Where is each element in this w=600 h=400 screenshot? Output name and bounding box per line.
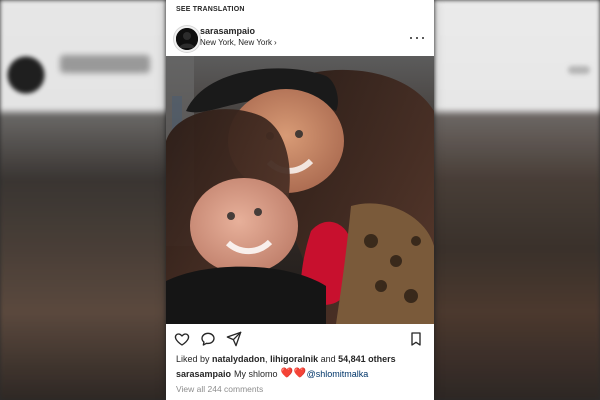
caption-text: My shlomo [234,369,278,379]
caption-mention[interactable]: @shlomitmalka [307,369,369,379]
likes-summary[interactable]: Liked by natalydadon, lihigoralnik and 5… [176,354,426,364]
likes-and: and [318,354,339,364]
likes-user-1[interactable]: natalydadon [212,354,265,364]
heart-outline-icon[interactable] [174,331,190,347]
comment-bubble-icon[interactable] [200,331,216,347]
caption-username[interactable]: sarasampaio [176,369,231,379]
post-username[interactable]: sarasampaio [200,26,255,36]
chevron-right-icon: › [274,38,277,47]
more-options-icon[interactable] [410,33,424,43]
bookmark-icon[interactable] [408,331,424,347]
post-location[interactable]: New York, New York › [200,38,277,47]
blurred-background-left [0,0,166,400]
more-dot-2 [416,37,418,39]
heart-emoji-icon: ❤️ [280,368,294,379]
likes-user-2[interactable]: lihigoralnik [270,354,318,364]
post-header: sarasampaio New York, New York › [166,22,434,56]
post-caption: sarasampaio My shlomo ❤️ ❤️ @shlomitmalk… [176,368,426,380]
blurred-background-right [434,0,600,400]
paper-plane-icon[interactable] [226,331,242,347]
avatar-icon[interactable] [174,26,200,52]
see-translation-link[interactable]: SEE TRANSLATION [176,6,245,13]
post-location-text: New York, New York [200,38,273,47]
post-actions [166,326,434,352]
more-dot-1 [410,37,412,39]
post-photo[interactable] [166,56,434,324]
instagram-post-card: SEE TRANSLATION sarasampaio New York, Ne… [166,0,434,400]
likes-count[interactable]: 54,841 others [338,354,396,364]
heart-emoji-icon: ❤️ [293,368,307,379]
view-all-comments-link[interactable]: View all 244 comments [176,384,263,394]
likes-prefix: Liked by [176,354,213,364]
more-dot-3 [422,37,424,39]
